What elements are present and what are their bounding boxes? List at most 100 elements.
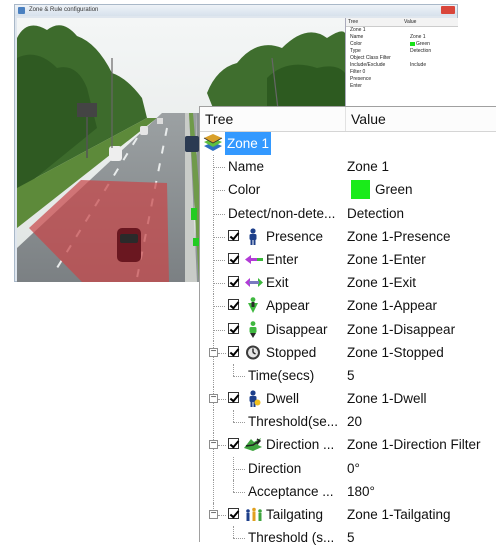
mini-value <box>410 69 458 76</box>
tree-value[interactable]: Zone 1-Dwell <box>347 387 496 410</box>
app-icon <box>18 7 25 14</box>
zone-label[interactable]: Zone 1 <box>225 132 272 156</box>
enter-checkbox[interactable] <box>228 252 239 264</box>
collapse-toggle[interactable]: − <box>209 439 218 450</box>
tree-row-acceptance[interactable]: Acceptance ... 180° <box>200 479 496 503</box>
tree-row-appear[interactable]: Appear Zone 1-Appear <box>200 294 496 318</box>
collapse-toggle[interactable]: − <box>209 393 218 404</box>
tree-cell: Exit <box>200 271 345 295</box>
tree-value[interactable]: Zone 1 <box>347 155 496 178</box>
tree-row-stopped[interactable]: − Stopped Zone 1-Stopped <box>200 340 496 364</box>
tree-connector <box>233 468 245 470</box>
mini-row[interactable]: Object Class Filter <box>346 55 458 62</box>
tree-row-dwell-threshold[interactable]: Threshold(se... 20 <box>200 410 496 434</box>
tree-row-exit[interactable]: Exit Zone 1-Exit <box>200 271 496 295</box>
collapse-toggle[interactable]: − <box>209 346 218 357</box>
tree-row-enter[interactable]: Enter Zone 1-Enter <box>200 247 496 271</box>
tree-connector <box>233 479 234 492</box>
tree-row-detect[interactable]: Detect/non-dete... Detection <box>200 201 496 225</box>
mini-row[interactable]: Include/Exclude Include <box>346 62 458 69</box>
tree-value[interactable]: Detection <box>347 202 496 225</box>
zone-property-tree: Tree Value Zone 1 Name Zone 1 Color Gree… <box>199 106 496 545</box>
tree-value[interactable]: Zone 1-Tailgating <box>347 503 496 526</box>
tree-label: Acceptance ... <box>248 483 334 499</box>
tree-value[interactable]: 5 <box>347 526 496 549</box>
tree-row-dwell[interactable]: − Dwell Zone 1-Dwell <box>200 387 496 411</box>
tree-connector <box>213 479 214 503</box>
tree-value[interactable]: Zone 1-Presence <box>347 225 496 248</box>
tree-value[interactable]: 20 <box>347 410 496 433</box>
tree-value[interactable]: Zone 1-Direction Filter <box>347 433 496 456</box>
tree-label: Direction ... <box>266 437 335 453</box>
tree-row-name[interactable]: Name Zone 1 <box>200 155 496 179</box>
tree-value[interactable]: Zone 1-Stopped <box>347 341 496 364</box>
tree-value[interactable]: Zone 1-Enter <box>347 248 496 271</box>
value-column-header[interactable]: Value <box>346 107 386 131</box>
tree-label: Color <box>228 182 261 198</box>
tree-value[interactable]: 180° <box>347 480 496 503</box>
tree-row-time[interactable]: Time(secs) 5 <box>200 363 496 387</box>
mini-row[interactable]: Color Green <box>346 41 458 48</box>
window-title: Zone & Rule configuration <box>29 7 99 13</box>
tree-row-direction-filter[interactable]: − Direction ... Zone 1-Direction Filter <box>200 433 496 457</box>
mini-row[interactable]: Enter <box>346 83 458 90</box>
dwell-icon <box>249 390 261 408</box>
tree-cell: − Direction ... <box>200 433 345 457</box>
tree-rows: Zone 1 Name Zone 1 Color Green Detect/no… <box>200 132 496 549</box>
tree-label: Appear <box>266 298 310 314</box>
tree-value[interactable]: 5 <box>347 364 496 387</box>
tree-cell: Zone 1 <box>200 132 345 156</box>
tree-connector <box>218 445 226 447</box>
color-value[interactable]: Green <box>347 178 496 201</box>
mini-row[interactable]: Type Detection <box>346 48 458 55</box>
tree-label: Direction <box>248 460 302 476</box>
tailgating-checkbox[interactable] <box>228 508 239 519</box>
tree-connector <box>213 259 225 261</box>
direction-icon <box>244 438 262 452</box>
mini-value: Detection <box>410 48 432 54</box>
tree-cell: Time(secs) <box>200 363 345 387</box>
tree-column-header[interactable]: Tree <box>200 107 346 131</box>
tree-connector <box>233 410 234 423</box>
mini-property-panel: Tree Value Zone 1 Name Zone 1 Color Green … <box>345 18 458 118</box>
close-button[interactable] <box>441 6 455 14</box>
tree-connector <box>213 410 214 434</box>
tree-row-tailgating-threshold[interactable]: Threshold (s... 5 <box>200 526 496 549</box>
tree-value[interactable]: Zone 1-Appear <box>347 294 496 317</box>
mini-row[interactable]: Filter 0 <box>346 69 458 76</box>
tree-connector <box>233 422 245 424</box>
tree-connector <box>213 329 225 331</box>
tree-label: Disappear <box>266 321 328 337</box>
tree-cell: Direction <box>200 456 345 480</box>
disappear-checkbox[interactable] <box>228 322 239 334</box>
tree-connector <box>213 306 225 308</box>
mini-key: Name <box>350 34 364 40</box>
stopped-checkbox[interactable] <box>228 345 239 357</box>
tree-row-zone[interactable]: Zone 1 <box>200 132 496 156</box>
collapse-toggle[interactable]: − <box>209 509 218 519</box>
zone-layers-icon <box>203 134 223 151</box>
mini-value <box>410 27 458 34</box>
tree-row-direction[interactable]: Direction 0° <box>200 456 496 480</box>
tree-label: Threshold(se... <box>248 414 339 430</box>
tree-row-presence[interactable]: Presence Zone 1-Presence <box>200 224 496 248</box>
dwell-checkbox[interactable] <box>228 392 239 404</box>
tree-value[interactable]: Zone 1-Exit <box>347 271 496 294</box>
tree-connector <box>213 167 225 169</box>
exit-checkbox[interactable] <box>228 276 239 288</box>
tree-value[interactable]: 0° <box>347 457 496 480</box>
presence-checkbox[interactable] <box>228 229 239 241</box>
mini-row[interactable]: Zone 1 <box>346 27 458 34</box>
tree-row-tailgating[interactable]: − Tailgating Zone 1-Tailgating <box>200 503 496 526</box>
tree-row-color[interactable]: Color Green <box>200 178 496 202</box>
mini-row[interactable]: Name Zone 1 <box>346 34 458 41</box>
tree-value[interactable]: Zone 1-Disappear <box>347 318 496 341</box>
appear-checkbox[interactable] <box>228 299 239 311</box>
tree-row-disappear[interactable]: Disappear Zone 1-Disappear <box>200 317 496 341</box>
tree-connector <box>213 456 214 480</box>
mini-key: Type <box>350 48 361 54</box>
tree-connector <box>218 352 226 354</box>
mini-row[interactable]: Presence <box>346 76 458 83</box>
mini-value: Include <box>410 62 427 68</box>
direction-checkbox[interactable] <box>228 438 239 450</box>
